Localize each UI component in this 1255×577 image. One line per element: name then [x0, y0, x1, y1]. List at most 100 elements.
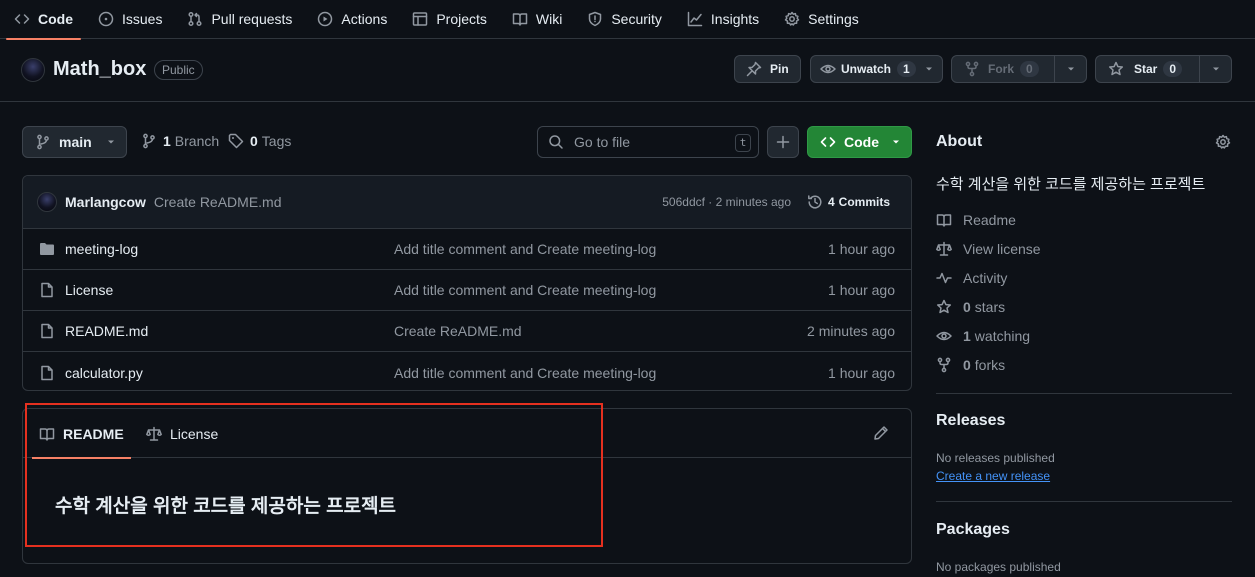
gear-icon[interactable]	[1215, 134, 1231, 150]
tab-actions[interactable]: Actions	[309, 0, 395, 39]
tag-count: 0	[250, 133, 258, 149]
file-date: 1 hour ago	[828, 241, 895, 257]
tab-pull-requests[interactable]: Pull requests	[179, 0, 300, 39]
stars-link[interactable]: 0 stars	[936, 299, 1005, 315]
file-commit-message[interactable]: Add title comment and Create meeting-log	[394, 282, 656, 298]
releases-title[interactable]: Releases	[936, 412, 1005, 430]
pencil-icon[interactable]	[873, 425, 889, 441]
visibility-badge: Public	[154, 60, 203, 80]
book-icon	[512, 13, 528, 26]
go-to-file-input[interactable]: Go to file t	[537, 126, 759, 158]
watching-label: watching	[974, 328, 1031, 344]
commit-hash-time[interactable]: 506ddcf · 2 minutes ago	[662, 195, 791, 209]
fork-button[interactable]: Fork 0	[951, 55, 1087, 83]
tab-issues-label: Issues	[122, 11, 163, 27]
branch-icon	[37, 134, 49, 150]
folder-icon	[40, 243, 54, 255]
star-dropdown[interactable]	[1199, 56, 1231, 82]
table-row: License Add title comment and Create mee…	[23, 270, 911, 311]
forks-link[interactable]: 0 forks	[936, 357, 1005, 373]
fork-icon	[965, 61, 979, 77]
tab-projects-label: Projects	[436, 11, 487, 27]
tab-code-label: Code	[38, 11, 73, 27]
repo-title[interactable]: Math_box	[53, 58, 146, 81]
branch-count: 1	[163, 133, 171, 149]
table-row: calculator.py Add title comment and Crea…	[23, 352, 911, 390]
tags-link[interactable]: 0 Tags	[228, 133, 291, 149]
license-link-label: View license	[963, 241, 1041, 257]
watch-label: Unwatch	[841, 62, 892, 76]
graph-icon	[687, 11, 703, 27]
file-icon	[41, 282, 53, 298]
tag-count-label: Tags	[261, 133, 292, 149]
readme-link[interactable]: Readme	[936, 212, 1016, 228]
tab-issues[interactable]: Issues	[90, 0, 170, 39]
tag-icon	[228, 133, 244, 149]
pin-icon	[746, 61, 762, 77]
no-packages-text: No packages published	[936, 560, 1061, 574]
fork-count: 0	[1020, 61, 1039, 77]
file-date: 1 hour ago	[828, 282, 895, 298]
go-to-file-placeholder: Go to file	[574, 134, 631, 150]
owner-avatar[interactable]	[21, 58, 45, 82]
fork-dropdown[interactable]	[1054, 56, 1086, 82]
watch-button[interactable]: Unwatch 1	[810, 55, 943, 83]
tab-security[interactable]: Security	[579, 0, 670, 39]
history-icon	[808, 195, 822, 209]
star-button[interactable]: Star 0	[1095, 55, 1232, 83]
commit-author[interactable]: Marlangcow	[65, 194, 146, 210]
file-commit-message[interactable]: Add title comment and Create meeting-log	[394, 365, 656, 381]
code-button[interactable]: Code	[807, 126, 912, 158]
table-row: README.md Create ReADME.md 2 minutes ago	[23, 311, 911, 352]
branch-name: main	[59, 134, 92, 150]
forks-label: forks	[974, 357, 1006, 373]
tab-settings[interactable]: Settings	[776, 0, 867, 39]
tab-code[interactable]: Code	[6, 0, 81, 40]
file-icon	[41, 323, 53, 339]
pin-button[interactable]: Pin	[734, 55, 801, 83]
repo-header: Math_box Public Pin Unwatch 1 Fork 0 Sta	[0, 39, 1255, 102]
file-commit-message[interactable]: Add title comment and Create meeting-log	[394, 241, 656, 257]
eye-icon	[820, 64, 836, 74]
watching-link[interactable]: 1 watching	[936, 328, 1030, 344]
book-icon	[936, 214, 952, 227]
commits-link[interactable]: 4 Commits	[807, 194, 890, 210]
file-commit-message[interactable]: Create ReADME.md	[394, 323, 522, 339]
shortcut-key: t	[735, 134, 751, 152]
tab-insights-label: Insights	[710, 11, 760, 27]
file-name[interactable]: meeting-log	[65, 241, 138, 257]
star-icon	[1108, 61, 1124, 76]
tab-projects[interactable]: Projects	[404, 0, 495, 39]
chevron-down-icon	[1067, 67, 1074, 71]
pulse-icon	[936, 272, 952, 284]
issue-icon	[98, 11, 114, 27]
star-icon	[936, 299, 952, 314]
commit-message[interactable]: Create ReADME.md	[154, 194, 282, 210]
file-name[interactable]: calculator.py	[65, 365, 143, 381]
table-row: meeting-log Add title comment and Create…	[23, 229, 911, 270]
law-icon	[936, 241, 952, 256]
packages-title[interactable]: Packages	[936, 521, 1010, 539]
tab-security-label: Security	[611, 11, 662, 27]
create-release-link[interactable]: Create a new release	[936, 469, 1050, 483]
file-name[interactable]: README.md	[65, 323, 148, 339]
add-file-button[interactable]	[767, 126, 799, 158]
activity-link[interactable]: Activity	[936, 270, 1007, 286]
stars-count: 0	[963, 299, 971, 315]
author-avatar[interactable]	[37, 192, 57, 212]
tab-wiki-label: Wiki	[535, 11, 563, 27]
about-description: 수학 계산을 위한 코드를 제공하는 프로젝트	[936, 176, 1206, 193]
tab-wiki[interactable]: Wiki	[504, 0, 570, 39]
license-link[interactable]: View license	[936, 241, 1041, 257]
branch-selector[interactable]: main	[22, 126, 127, 158]
commits-label: Commits	[838, 195, 890, 209]
code-icon	[14, 14, 30, 24]
tab-insights[interactable]: Insights	[679, 0, 767, 39]
latest-commit-row: Marlangcow Create ReADME.md 506ddcf · 2 …	[23, 176, 911, 229]
gear-icon	[784, 11, 800, 26]
shield-icon	[589, 11, 602, 27]
file-list: Marlangcow Create ReADME.md 506ddcf · 2 …	[22, 175, 912, 391]
branches-link[interactable]: 1 Branch	[141, 133, 219, 149]
file-name[interactable]: License	[65, 282, 113, 298]
no-releases-text: No releases published	[936, 451, 1055, 465]
